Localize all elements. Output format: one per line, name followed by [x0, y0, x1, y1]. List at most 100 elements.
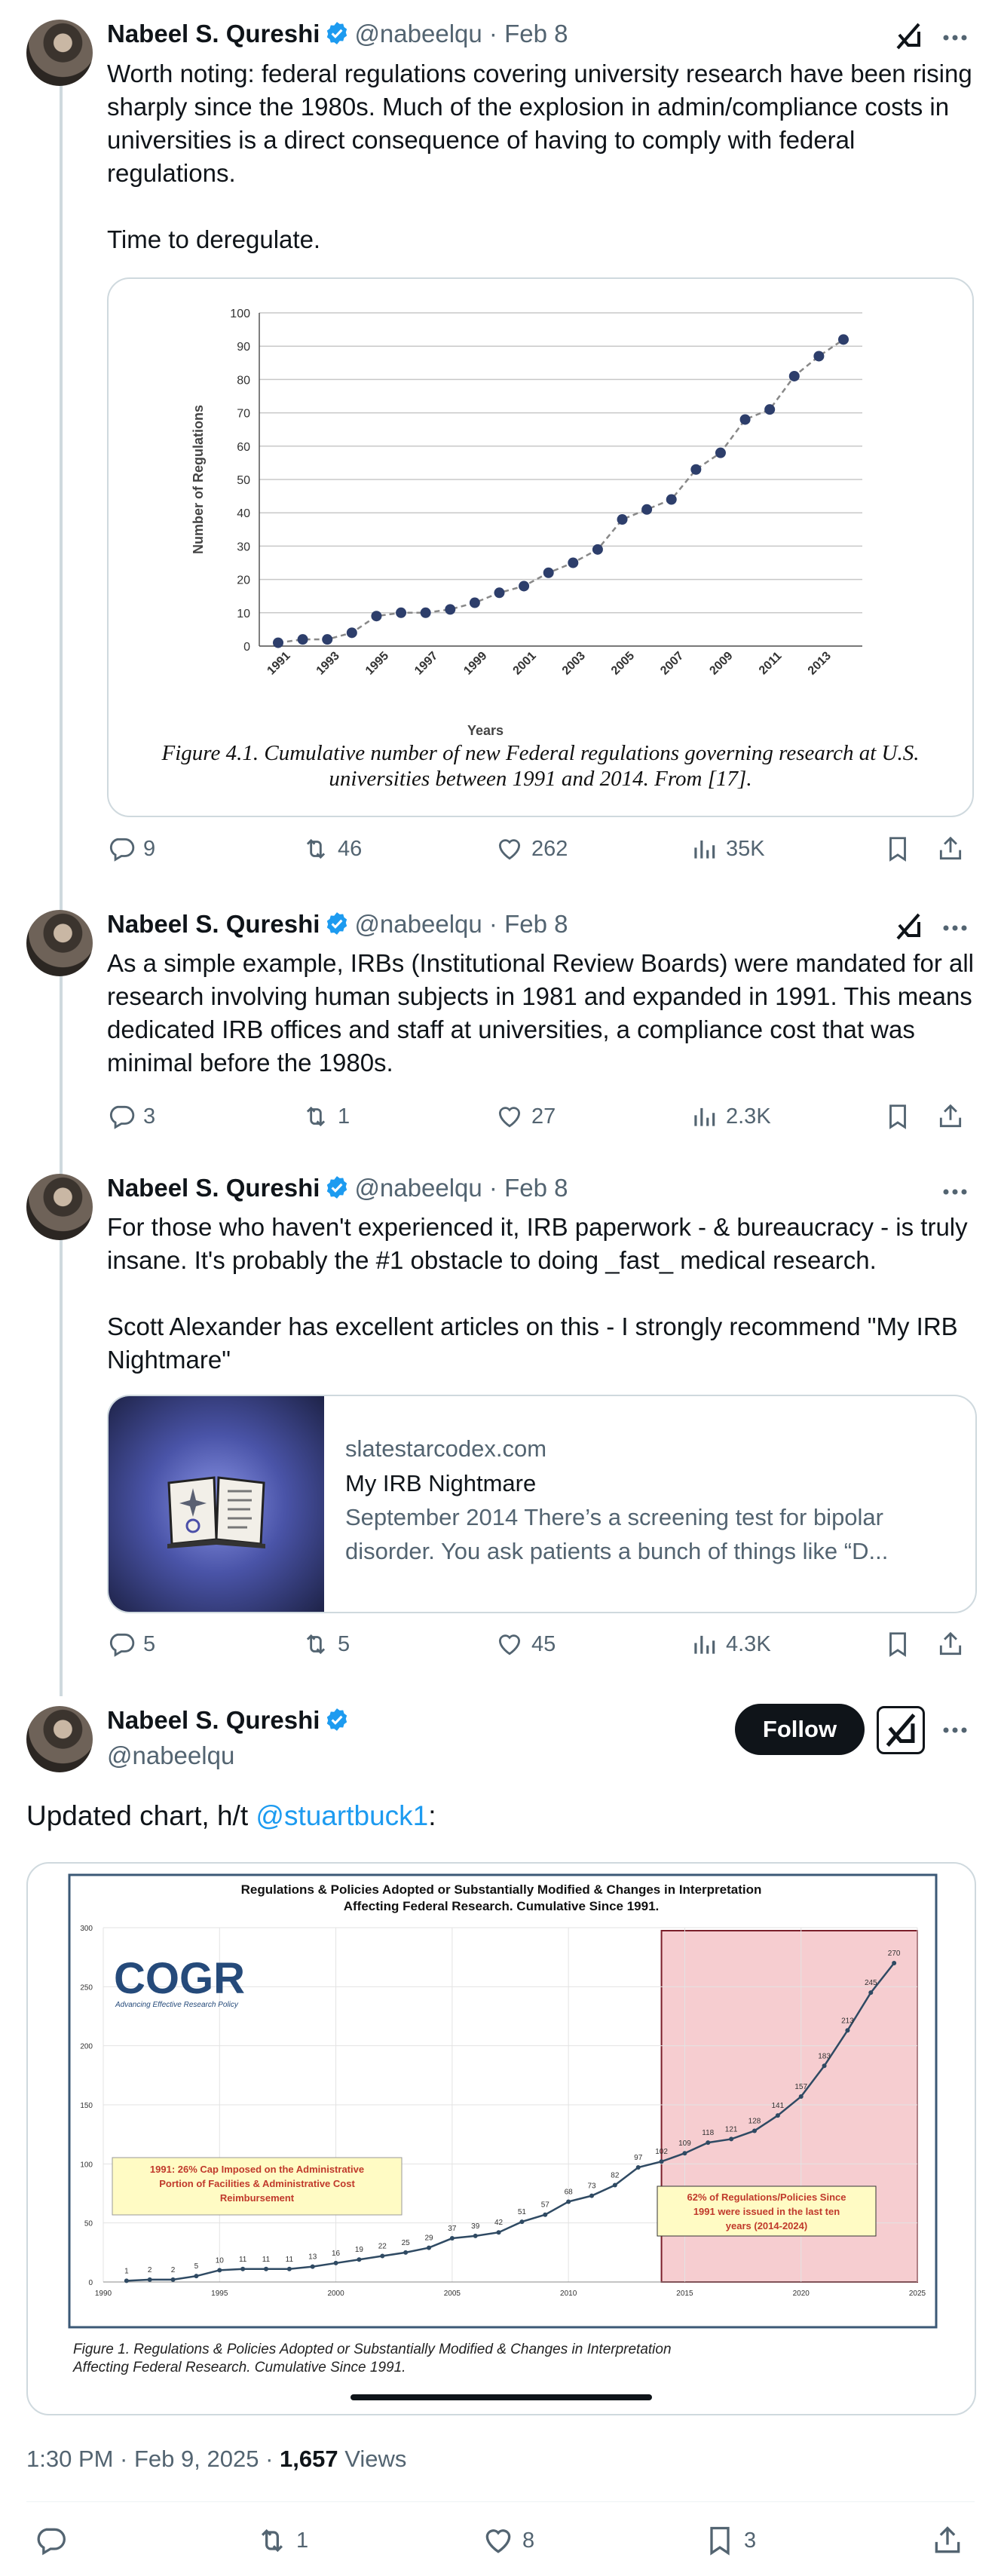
repost-button[interactable]: 46 — [302, 835, 362, 863]
data-point — [729, 2136, 734, 2142]
data-label: 183 — [818, 2052, 831, 2060]
more-options-icon[interactable] — [940, 1715, 970, 1749]
tweet-actions: 5 5 45 4.3K — [107, 1630, 974, 1668]
x-tick-label: 2005 — [444, 2290, 461, 2298]
share-icon — [939, 1631, 962, 1656]
author-name[interactable]: Nabeel S. Qureshi — [107, 1706, 320, 1734]
like-button[interactable]: 8 — [482, 2524, 534, 2557]
x-tick-label: 1995 — [363, 649, 391, 677]
more-options-icon[interactable] — [940, 23, 970, 57]
media-scrubber[interactable] — [351, 2394, 652, 2400]
reply-button[interactable]: 5 — [107, 1630, 155, 1659]
author-name[interactable]: Nabeel S. Qureshi — [107, 910, 320, 938]
y-tick-label: 30 — [237, 541, 250, 553]
data-label: 121 — [725, 2125, 738, 2133]
avatar[interactable] — [26, 1706, 93, 1772]
data-point — [690, 464, 702, 475]
repost-button[interactable]: 1 — [302, 1102, 350, 1131]
data-point — [473, 2233, 478, 2238]
author-name[interactable]: Nabeel S. Qureshi — [107, 1174, 320, 1202]
views-button[interactable]: 4.3K — [690, 1630, 771, 1659]
share-button[interactable] — [931, 2524, 964, 2557]
tweet-text: As a simple example, IRBs (Institutional… — [107, 947, 974, 1080]
avatar[interactable] — [26, 1174, 93, 1240]
tweet-paragraph: Time to deregulate. — [107, 225, 321, 253]
bookmark-button[interactable] — [883, 835, 912, 863]
grok-button[interactable] — [877, 1706, 925, 1754]
data-label: 11 — [286, 2256, 294, 2264]
grok-icon[interactable] — [893, 911, 923, 945]
like-count: 8 — [522, 2528, 535, 2553]
author-handle[interactable]: @nabeelqu — [354, 20, 482, 47]
bookmark-count: 3 — [744, 2528, 757, 2553]
follow-button[interactable]: Follow — [735, 1704, 865, 1755]
like-button[interactable]: 27 — [495, 1102, 556, 1131]
like-button[interactable]: 45 — [495, 1630, 556, 1659]
share-button[interactable] — [936, 1102, 965, 1131]
tweet-paragraph: For those who haven't experienced it, IR… — [107, 1213, 968, 1274]
avatar[interactable] — [26, 20, 93, 86]
data-point — [568, 557, 579, 568]
data-point — [240, 2266, 246, 2271]
data-point — [659, 2159, 664, 2164]
tweet-date[interactable]: Feb 8 — [504, 20, 568, 47]
tweet-timestamp[interactable]: 1:30 PM · Feb 9, 2025 · — [26, 2446, 280, 2472]
repost-icon — [261, 2529, 283, 2553]
views-button[interactable]: 2.3K — [690, 1102, 771, 1131]
more-options-icon[interactable] — [940, 1177, 970, 1211]
y-axis-label: Number of Regulations — [191, 405, 206, 554]
repost-button[interactable]: 5 — [302, 1630, 350, 1659]
link-description: September 2014 There’s a screening test … — [345, 1504, 883, 1530]
bookmark-button[interactable]: 3 — [703, 2524, 756, 2557]
annotation-right-text: years (2014-2024) — [726, 2220, 807, 2231]
y-tick-label: 20 — [237, 574, 250, 587]
share-button[interactable] — [936, 835, 965, 863]
author-handle[interactable]: @nabeelqu — [354, 1174, 482, 1202]
repost-icon — [306, 1634, 326, 1655]
share-button[interactable] — [936, 1630, 965, 1659]
bookmark-icon — [710, 2526, 730, 2556]
grok-icon[interactable] — [893, 21, 923, 55]
series-line — [277, 338, 844, 644]
author-handle[interactable]: @nabeelqu — [107, 1741, 234, 1770]
data-point — [427, 2245, 431, 2250]
main-tweet-author-name: Nabeel S. Qureshi — [107, 1706, 354, 1738]
views-button[interactable]: 35K — [690, 835, 765, 863]
y-tick-label: 10 — [237, 608, 250, 620]
chart-image-1[interactable]: 0 10 20 30 40 50 60 70 80 90 100 1991 1993 1995 1997 19… — [107, 277, 974, 817]
annotation-right-text: 1991 were issued in the last ten — [693, 2206, 840, 2217]
data-point — [706, 2140, 711, 2146]
data-point — [519, 580, 530, 592]
data-label: 213 — [841, 2017, 854, 2025]
repost-button[interactable]: 1 — [256, 2524, 308, 2557]
views-chart-icon — [694, 1107, 715, 1126]
data-label: 128 — [748, 2117, 761, 2125]
tweet-date[interactable]: Feb 8 — [504, 910, 568, 938]
like-button[interactable]: 262 — [495, 835, 568, 863]
data-point — [380, 2253, 385, 2259]
data-label: 57 — [541, 2201, 550, 2210]
repost-count: 46 — [338, 836, 363, 861]
author-name[interactable]: Nabeel S. Qureshi — [107, 20, 320, 47]
views-count: 4.3K — [726, 1631, 771, 1656]
link-preview-card[interactable]: slatestarcodex.com My IRB Nightmare Sept… — [107, 1395, 977, 1613]
bookmark-button[interactable] — [883, 1102, 912, 1131]
share-icon — [935, 2526, 960, 2553]
tweet-date[interactable]: Feb 8 — [504, 1174, 568, 1202]
repost-count: 1 — [296, 2528, 309, 2553]
reply-button[interactable] — [34, 2524, 67, 2557]
chart-image-2[interactable]: 0 50 100 150 200 250 300 1990 1995 2000 2005 2010 20… — [26, 1862, 976, 2415]
tweet-header: Nabeel S. Qureshi @nabeelqu · Feb 8 — [107, 20, 568, 52]
more-options-icon[interactable] — [940, 913, 970, 947]
avatar[interactable] — [26, 910, 93, 976]
bookmark-button[interactable] — [883, 1630, 912, 1659]
tweet-header: Nabeel S. Qureshi @nabeelqu · Feb 8 — [107, 1174, 568, 1206]
data-point — [543, 567, 554, 578]
x-tick-label: 1991 — [265, 649, 292, 677]
bookmark-icon — [889, 1104, 906, 1129]
mention-link[interactable]: @stuartbuck1 — [256, 1800, 428, 1831]
reply-button[interactable]: 3 — [107, 1102, 155, 1131]
author-handle[interactable]: @nabeelqu — [354, 910, 482, 938]
cogr-tagline: Advancing Effective Research Policy — [115, 2001, 239, 2009]
reply-button[interactable]: 9 — [107, 835, 155, 863]
